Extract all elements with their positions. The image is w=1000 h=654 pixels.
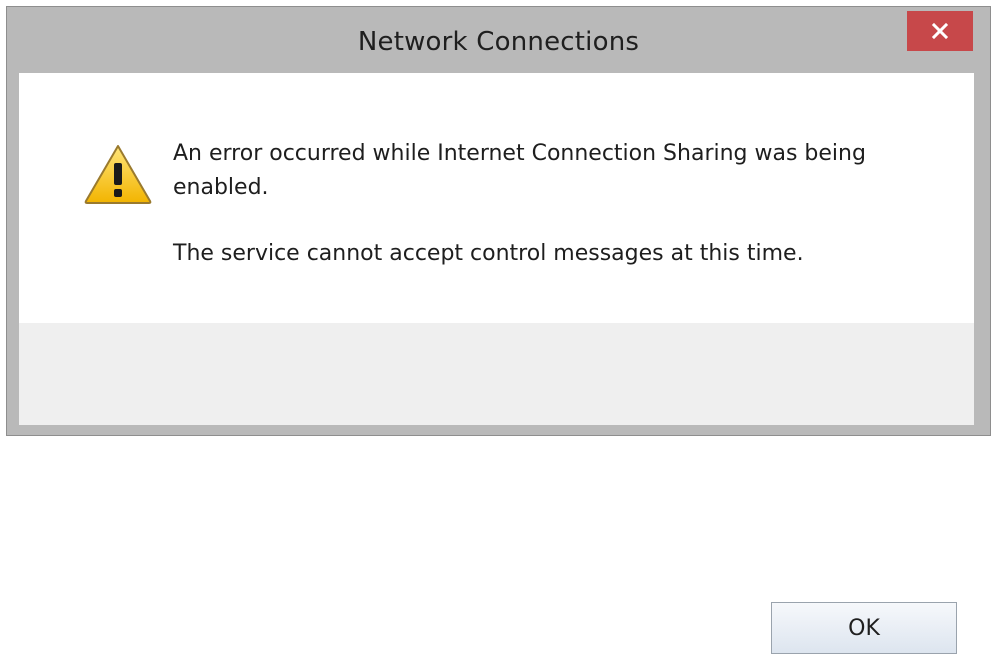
warning-icon (83, 143, 153, 205)
close-button[interactable] (907, 11, 973, 51)
dialog-window: Network Connections An error occurred wh… (6, 6, 991, 654)
ok-button[interactable]: OK (771, 602, 957, 654)
window-title: Network Connections (357, 27, 640, 57)
error-message-line: An error occurred while Internet Connect… (173, 141, 866, 200)
title-bar: Network Connections (7, 7, 990, 71)
error-message: An error occurred while Internet Connect… (173, 137, 933, 271)
button-bar: OK (19, 323, 974, 654)
error-detail-line: The service cannot accept control messag… (173, 241, 804, 266)
close-icon (931, 22, 949, 40)
message-area: An error occurred while Internet Connect… (19, 73, 974, 323)
dialog-body: An error occurred while Internet Connect… (19, 73, 974, 654)
